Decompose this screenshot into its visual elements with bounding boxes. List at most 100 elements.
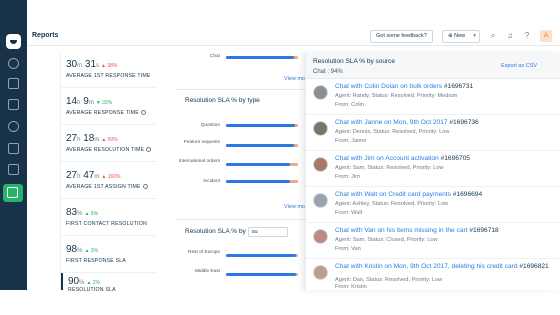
top-bar: Reports Got some feedback? ⊕ New ▾ ⌕ ♫ ? … (27, 27, 560, 46)
metric-card[interactable]: 30m 31s ▲ 38% AVERAGE 1ST RESPONSE TIME (61, 51, 157, 88)
metric-value: 27h 47m ▲ 160% (66, 170, 121, 181)
info-icon[interactable] (140, 110, 146, 116)
ticket-from: From: Jim (335, 174, 360, 180)
bar-fill (226, 273, 296, 276)
ticket-from: From: Colin (335, 102, 364, 108)
bar-label: International orders (178, 159, 220, 164)
tickets-icon[interactable] (8, 78, 19, 89)
section-title: Resolution SLA % by su (185, 227, 288, 237)
ticket-meta: Agent: Dennis, Status: Resolved, Priorit… (335, 129, 450, 135)
new-button-label: New (454, 33, 466, 39)
feedback-button[interactable]: Got some feedback? (370, 30, 433, 43)
ticket-from: From: Janne (335, 138, 367, 144)
info-icon[interactable] (146, 147, 152, 153)
ticket-meta: Agent: Sam, Status: Closed, Priority: Lo… (335, 237, 438, 243)
panel-header: Resolution SLA % by source Chat : 94% Ex… (306, 53, 560, 79)
panel-subtitle: Chat : 94% (313, 69, 343, 75)
ticket-meta: Agent: Randy, Status: Resolved, Priority… (335, 93, 458, 99)
ticket-title[interactable]: Chat with Jim on Account activation #169… (335, 155, 470, 162)
bar-fill (226, 180, 291, 183)
sidebar-item-reports[interactable] (3, 184, 23, 202)
ticket-item[interactable]: Chat with Janne on Mon, 9th Oct 2017 #16… (306, 115, 560, 151)
info-icon[interactable] (142, 184, 148, 190)
bar-track (226, 273, 298, 276)
avatar (313, 265, 328, 280)
settings-icon[interactable] (8, 164, 19, 175)
ticket-from: From: Kristin (335, 284, 367, 290)
ticket-item[interactable]: Chat with Van on his items missing in th… (306, 223, 560, 259)
metric-card[interactable]: 27h 18m ▲ 50% AVERAGE RESOLUTION TIME (61, 125, 157, 162)
avatar (313, 85, 328, 100)
metric-label: FIRST CONTACT RESOLUTION (66, 221, 147, 227)
bar-label: Chat (209, 54, 220, 59)
chevron-down-icon: ▾ (473, 33, 476, 39)
metric-card[interactable]: 27h 47m ▲ 160% AVERAGE 1ST ASSIGN TIME (61, 162, 157, 199)
metric-value: 83% ▲ 5% (66, 207, 99, 218)
new-button[interactable]: ⊕ New ▾ (442, 30, 480, 43)
metric-card[interactable]: 83% ▲ 5% FIRST CONTACT RESOLUTION (61, 199, 157, 236)
bar-label: Question (200, 123, 220, 128)
bell-icon[interactable] (8, 121, 19, 132)
ticket-meta: Agent: Dan, Status: Resolved, Priority: … (335, 277, 443, 283)
group-by-select[interactable]: su (247, 227, 288, 237)
bar-label: Feature requests (183, 140, 220, 145)
bar-label: Middle East (194, 269, 220, 274)
center-charts: Chat View more Resolution SLA % by type … (175, 51, 315, 290)
metric-value: 27h 18m ▲ 50% (66, 133, 118, 144)
metric-card-active[interactable]: 90% ▲ 2% RESOLUTION SLA (61, 273, 157, 293)
divider (175, 219, 315, 220)
ticket-item[interactable]: Chat with Walt on Credit card payments #… (306, 187, 560, 223)
bar-fill (226, 56, 295, 59)
bar-track (226, 254, 298, 257)
bar-track (226, 180, 298, 183)
logo-icon[interactable] (6, 34, 21, 49)
ticket-from: From: Walt (335, 210, 363, 216)
metric-value: 98% ▲ 3% (66, 244, 99, 255)
ticket-title[interactable]: Chat with Kristin on Mon, 9th Oct 2017, … (335, 263, 550, 270)
metric-value: 14h 9m ▼ 33% (66, 96, 113, 107)
reports-icon (7, 187, 18, 198)
book-icon[interactable] (8, 143, 19, 154)
bar-track (226, 124, 298, 127)
help-icon[interactable]: ? (522, 31, 532, 41)
avatar (313, 157, 328, 172)
bar-fill (226, 254, 296, 257)
metric-card[interactable]: 98% ▲ 3% FIRST RESPONSE SLA (61, 236, 157, 273)
notification-icon[interactable]: ♫ (505, 31, 515, 41)
metric-label: AVERAGE 1ST ASSIGN TIME (66, 184, 148, 190)
ticket-meta: Agent: Ashley, Status: Resolved, Priorit… (335, 201, 449, 207)
avatar[interactable]: A (540, 30, 552, 42)
dashboard-icon[interactable] (8, 58, 19, 69)
ticket-meta: Agent: Sam, Status: Resolved, Priority: … (335, 165, 444, 171)
bar-label: Incident (203, 179, 220, 184)
bar-track (226, 56, 298, 59)
metric-card[interactable]: 14h 9m ▼ 33% AVERAGE RESPONSE TIME (61, 88, 157, 125)
metric-label: AVERAGE RESOLUTION TIME (66, 147, 152, 153)
metric-label: RESOLUTION SLA (68, 287, 116, 293)
ticket-item[interactable]: Chat with Colin Dolan on bulk orders #16… (306, 79, 560, 115)
metric-value: 30m 31s ▲ 38% (66, 59, 118, 70)
ticket-title[interactable]: Chat with Van on his items missing in th… (335, 227, 499, 234)
drilldown-panel: Resolution SLA % by source Chat : 94% Ex… (305, 53, 560, 290)
divider (175, 89, 315, 90)
ticket-item[interactable]: Chat with Kristin on Mon, 9th Oct 2017, … (306, 259, 560, 290)
ticket-item[interactable]: Chat with Jim on Account activation #169… (306, 151, 560, 187)
bar-fill (226, 124, 296, 127)
contacts-icon[interactable] (8, 99, 19, 110)
search-icon[interactable]: ⌕ (488, 31, 498, 41)
avatar (313, 121, 328, 136)
sidebar (0, 0, 27, 290)
metric-label: FIRST RESPONSE SLA (66, 258, 127, 264)
page-title: Reports (32, 32, 59, 39)
metrics-column: 30m 31s ▲ 38% AVERAGE 1ST RESPONSE TIME 1… (60, 51, 157, 293)
bar-fill (226, 163, 291, 166)
metric-label: AVERAGE RESPONSE TIME (66, 110, 146, 116)
ticket-title[interactable]: Chat with Colin Dolan on bulk orders #16… (335, 83, 473, 90)
ticket-title[interactable]: Chat with Walt on Credit card payments #… (335, 191, 482, 198)
avatar (313, 229, 328, 244)
avatar (313, 193, 328, 208)
section-title: Resolution SLA % by type (185, 97, 260, 104)
ticket-title[interactable]: Chat with Janne on Mon, 9th Oct 2017 #16… (335, 119, 479, 126)
bar-label: Rest of Europe (188, 250, 220, 255)
export-csv-link[interactable]: Export as CSV (501, 63, 537, 69)
